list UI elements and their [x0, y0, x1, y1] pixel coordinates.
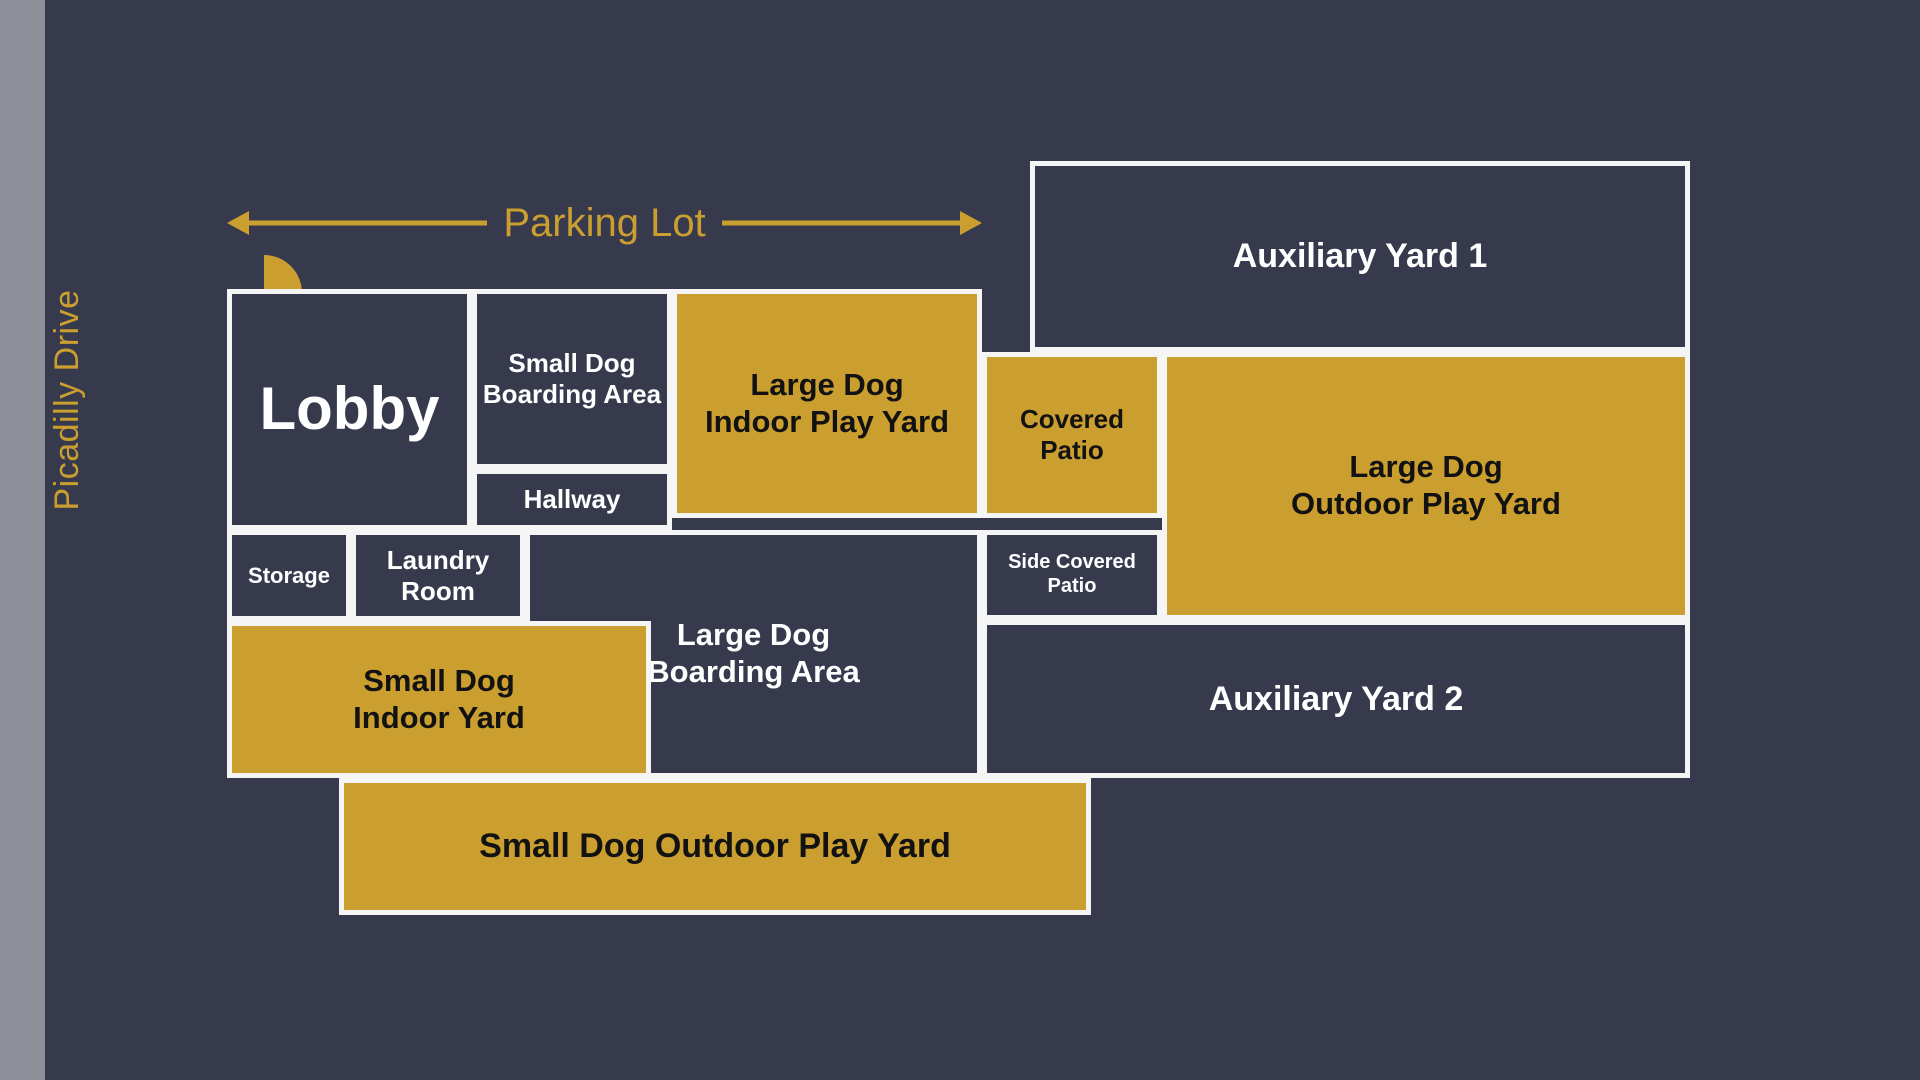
street-label-picadilly-drive: Picadilly Drive — [48, 289, 86, 511]
room-side-covered-patio[interactable]: Side Covered Patio — [982, 530, 1162, 620]
room-label-large-dog-outdoor-play-yard: Large Dog Outdoor Play Yard — [1291, 449, 1561, 521]
room-label-storage: Storage — [248, 562, 330, 588]
entry-door-swing-icon — [264, 255, 302, 293]
room-label-covered-patio: Covered Patio — [1019, 404, 1125, 465]
room-label-large-dog-indoor-play-yard: Large Dog Indoor Play Yard — [704, 366, 950, 439]
room-auxiliary-yard-1[interactable]: Auxiliary Yard 1 — [1030, 161, 1690, 352]
street-strip — [0, 0, 45, 1080]
room-small-dog-outdoor-play-yard[interactable]: Small Dog Outdoor Play Yard — [339, 778, 1091, 915]
room-hallway[interactable]: Hallway — [472, 469, 672, 530]
room-label-large-dog-boarding-area: Large Dog Boarding Area — [647, 617, 860, 689]
room-label-auxiliary-yard-2: Auxiliary Yard 2 — [1208, 679, 1464, 718]
room-covered-patio[interactable]: Covered Patio — [982, 352, 1162, 518]
room-auxiliary-yard-2[interactable]: Auxiliary Yard 2 — [982, 620, 1690, 778]
room-label-small-dog-outdoor-play-yard: Small Dog Outdoor Play Yard — [479, 827, 951, 866]
room-label-laundry-room: Laundry Room — [386, 544, 490, 606]
room-label-small-dog-indoor-yard: Small Dog Indoor Yard — [353, 662, 525, 735]
room-label-hallway: Hallway — [523, 484, 621, 515]
room-laundry-room[interactable]: Laundry Room — [351, 530, 525, 621]
room-label-side-covered-patio: Side Covered Patio — [1008, 551, 1136, 597]
room-label-small-dog-boarding-area: Small Dog Boarding Area — [482, 348, 662, 409]
room-small-dog-boarding-area[interactable]: Small Dog Boarding Area — [472, 289, 672, 469]
room-label-auxiliary-yard-1: Auxiliary Yard 1 — [1232, 237, 1488, 276]
room-storage[interactable]: Storage — [227, 530, 351, 621]
room-small-dog-indoor-yard[interactable]: Small Dog Indoor Yard — [227, 621, 651, 778]
room-large-dog-outdoor-play-yard[interactable]: Large Dog Outdoor Play Yard — [1162, 352, 1690, 620]
parking-lot-dimension: Parking Lot — [227, 196, 982, 250]
room-label-lobby: Lobby — [259, 375, 440, 443]
room-lobby[interactable]: Lobby — [227, 289, 472, 530]
room-large-dog-indoor-play-yard[interactable]: Large Dog Indoor Play Yard — [672, 289, 982, 518]
parking-lot-label: Parking Lot — [487, 196, 722, 250]
floor-plan-canvas: Picadilly Drive Parking Lot Lobby Small … — [0, 0, 1920, 1080]
